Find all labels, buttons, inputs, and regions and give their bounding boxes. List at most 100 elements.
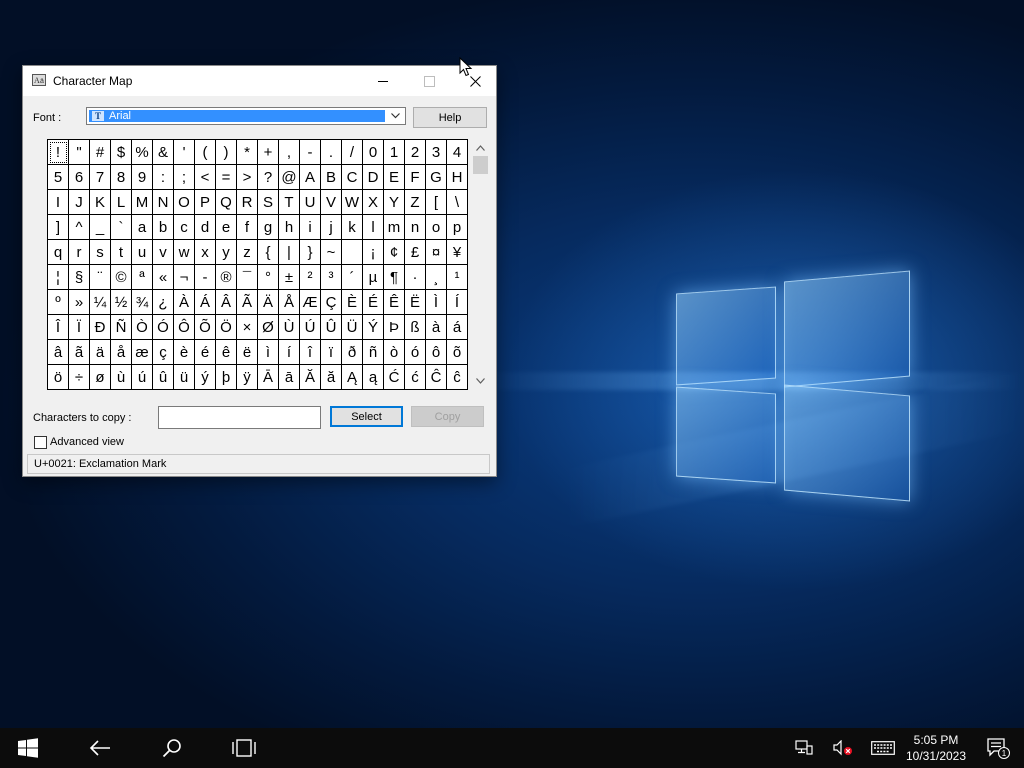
- character-cell[interactable]: å: [111, 340, 132, 365]
- character-cell[interactable]: z: [237, 240, 258, 265]
- character-cell[interactable]: ä: [90, 340, 111, 365]
- character-cell[interactable]: Ç: [321, 290, 342, 315]
- character-cell[interactable]: ¡: [363, 240, 384, 265]
- character-cell[interactable]: P: [195, 190, 216, 215]
- character-cell[interactable]: /: [342, 140, 363, 165]
- character-cell[interactable]: W: [342, 190, 363, 215]
- character-cell[interactable]: É: [363, 290, 384, 315]
- character-cell[interactable]: U: [300, 190, 321, 215]
- character-cell[interactable]: â: [48, 340, 69, 365]
- character-cell[interactable]: O: [174, 190, 195, 215]
- character-cell[interactable]: -: [300, 140, 321, 165]
- character-cell[interactable]: ¶: [384, 265, 405, 290]
- character-cell[interactable]: Ä: [258, 290, 279, 315]
- character-cell[interactable]: ¢: [384, 240, 405, 265]
- character-cell[interactable]: í: [279, 340, 300, 365]
- character-cell[interactable]: î: [300, 340, 321, 365]
- character-cell[interactable]: ;: [174, 165, 195, 190]
- character-cell[interactable]: Ø: [258, 315, 279, 340]
- character-cell[interactable]: ï: [321, 340, 342, 365]
- character-cell[interactable]: j: [321, 215, 342, 240]
- character-cell[interactable]: ¼: [90, 290, 111, 315]
- character-cell[interactable]: Ý: [363, 315, 384, 340]
- character-cell[interactable]: ©: [111, 265, 132, 290]
- character-cell[interactable]: \: [447, 190, 468, 215]
- character-cell[interactable]: Ë: [405, 290, 426, 315]
- character-cell[interactable]: S: [258, 190, 279, 215]
- character-cell[interactable]: F: [405, 165, 426, 190]
- character-cell[interactable]: ¾: [132, 290, 153, 315]
- character-cell[interactable]: è: [174, 340, 195, 365]
- character-cell[interactable]: I: [48, 190, 69, 215]
- character-cell[interactable]: ¸: [426, 265, 447, 290]
- character-cell[interactable]: L: [111, 190, 132, 215]
- character-cell[interactable]: ü: [174, 365, 195, 390]
- character-cell[interactable]: ă: [321, 365, 342, 390]
- character-cell[interactable]: Þ: [384, 315, 405, 340]
- character-cell[interactable]: a: [132, 215, 153, 240]
- character-cell[interactable]: &: [153, 140, 174, 165]
- character-cell[interactable]: r: [69, 240, 90, 265]
- character-cell[interactable]: H: [447, 165, 468, 190]
- character-cell[interactable]: ¥: [447, 240, 468, 265]
- character-cell[interactable]: !: [48, 140, 69, 165]
- character-cell[interactable]: 1: [384, 140, 405, 165]
- character-cell[interactable]: ö: [48, 365, 69, 390]
- character-cell[interactable]: ß: [405, 315, 426, 340]
- character-cell[interactable]: y: [216, 240, 237, 265]
- character-cell[interactable]: i: [300, 215, 321, 240]
- character-cell[interactable]: E: [384, 165, 405, 190]
- character-cell[interactable]: ê: [216, 340, 237, 365]
- character-cell[interactable]: Ĉ: [426, 365, 447, 390]
- character-cell[interactable]: d: [195, 215, 216, 240]
- character-cell[interactable]: 4: [447, 140, 468, 165]
- maximize-button[interactable]: [406, 66, 452, 96]
- scroll-thumb[interactable]: [473, 156, 488, 174]
- character-cell[interactable]: È: [342, 290, 363, 315]
- character-cell[interactable]: Õ: [195, 315, 216, 340]
- task-view-button[interactable]: [220, 728, 268, 768]
- character-cell[interactable]: p: [447, 215, 468, 240]
- character-cell[interactable]: Á: [195, 290, 216, 315]
- character-cell[interactable]: ±: [279, 265, 300, 290]
- character-cell[interactable]: 5: [48, 165, 69, 190]
- character-cell[interactable]: Ü: [342, 315, 363, 340]
- character-cell[interactable]: µ: [363, 265, 384, 290]
- character-cell[interactable]: ¿: [153, 290, 174, 315]
- character-cell[interactable]: n: [405, 215, 426, 240]
- character-cell[interactable]: ,: [279, 140, 300, 165]
- character-cell[interactable]: K: [90, 190, 111, 215]
- character-cell[interactable]: ø: [90, 365, 111, 390]
- character-cell[interactable]: ¦: [48, 265, 69, 290]
- character-cell[interactable]: ô: [426, 340, 447, 365]
- character-cell[interactable]: ®: [216, 265, 237, 290]
- character-cell[interactable]: ç: [153, 340, 174, 365]
- character-cell[interactable]: `: [111, 215, 132, 240]
- character-grid[interactable]: ! " # $% & '() * +, -./0 1 2 3 4 5 6 7 8 9:; < = >? @ A B C D E F G H…: [47, 139, 468, 390]
- character-cell[interactable]: A: [300, 165, 321, 190]
- character-cell[interactable]: k: [342, 215, 363, 240]
- character-cell[interactable]: §: [69, 265, 90, 290]
- character-cell[interactable]: Ã: [237, 290, 258, 315]
- advanced-view-checkbox[interactable]: [34, 436, 47, 449]
- character-cell[interactable]: =: [216, 165, 237, 190]
- character-cell[interactable]: t: [111, 240, 132, 265]
- character-cell[interactable]: J: [69, 190, 90, 215]
- character-cell[interactable]: û: [153, 365, 174, 390]
- character-cell[interactable]: æ: [132, 340, 153, 365]
- character-cell[interactable]: à: [426, 315, 447, 340]
- character-cell[interactable]: X: [363, 190, 384, 215]
- character-cell[interactable]: Â: [216, 290, 237, 315]
- character-cell[interactable]: 7: [90, 165, 111, 190]
- character-cell[interactable]: 8: [111, 165, 132, 190]
- character-cell[interactable]: ·: [405, 265, 426, 290]
- character-cell[interactable]: g: [258, 215, 279, 240]
- character-cell[interactable]: Ă: [300, 365, 321, 390]
- character-cell[interactable]: ': [174, 140, 195, 165]
- character-cell[interactable]: |: [279, 240, 300, 265]
- character-cell[interactable]: Å: [279, 290, 300, 315]
- character-cell[interactable]: x: [195, 240, 216, 265]
- character-cell[interactable]: }: [300, 240, 321, 265]
- character-cell[interactable]: ñ: [363, 340, 384, 365]
- start-button[interactable]: [0, 728, 56, 768]
